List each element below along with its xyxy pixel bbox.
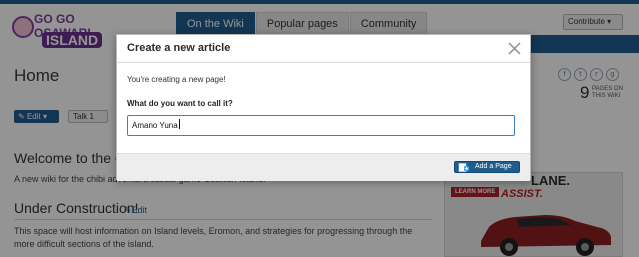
close-icon[interactable]: [507, 41, 522, 56]
dialog-header: Create a new article: [117, 35, 530, 63]
article-title-value: Amano Yuna: [132, 121, 178, 130]
add-page-label: Add a Page: [475, 163, 512, 170]
dialog-question-label: What do you want to call it?: [127, 99, 233, 108]
add-page-button[interactable]: Add a Page: [454, 161, 520, 173]
article-title-input[interactable]: Amano Yuna: [127, 115, 515, 136]
create-article-dialog: Create a new article You're creating a n…: [116, 34, 531, 181]
dialog-intro-text: You're creating a new page!: [127, 75, 226, 84]
text-cursor: [178, 119, 180, 129]
dialog-footer: Add a Page: [117, 153, 530, 181]
dialog-title: Create a new article: [127, 42, 231, 54]
add-page-icon: [458, 163, 469, 172]
